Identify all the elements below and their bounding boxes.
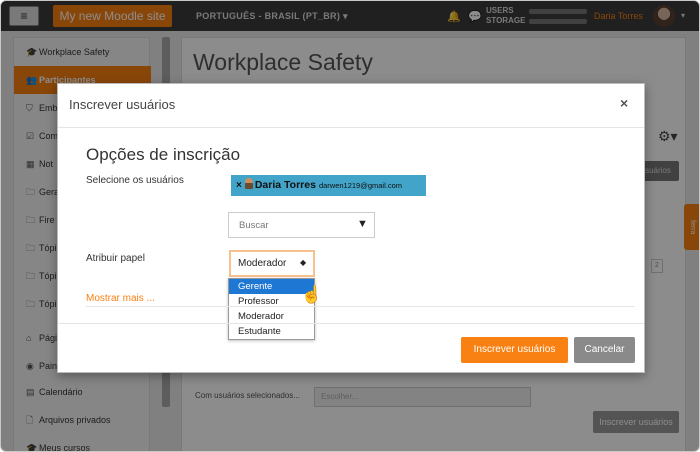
sort-caret-icon: ◆ — [300, 258, 307, 267]
role-select[interactable]: Moderador ◆ — [229, 250, 315, 277]
chip-user-email: darwen1219@gmail.com — [318, 181, 403, 190]
cancel-button[interactable]: Cancelar — [574, 337, 635, 363]
enrol-users-dialog: Inscrever usuários × Opções de inscrição… — [57, 83, 645, 373]
selected-user-chip[interactable]: × Daria Torres darwen1219@gmail.com — [231, 175, 426, 196]
section-title: Opções de inscrição — [86, 145, 241, 164]
select-users-label: Selecione os usuários — [86, 175, 184, 186]
divider — [86, 306, 635, 307]
browser-frame: ≡ My new Moodle site PORTUGUÊS - BRASIL … — [0, 0, 700, 452]
assign-role-label: Atribuir papel — [86, 253, 145, 264]
show-more-link[interactable]: Mostrar mais ... — [86, 293, 155, 304]
search-placeholder: Buscar — [239, 220, 269, 231]
role-select-value: Moderador — [238, 258, 287, 269]
dialog-title: Inscrever usuários — [69, 97, 176, 112]
role-option[interactable]: Moderador — [229, 309, 314, 324]
enroll-users-button[interactable]: Inscrever usuários — [461, 337, 568, 363]
close-icon[interactable]: × — [620, 95, 628, 111]
role-option[interactable]: Estudante — [229, 324, 314, 339]
footer-divider — [58, 323, 644, 324]
remove-chip-icon[interactable]: × — [236, 180, 242, 191]
user-search-input[interactable]: Buscar ▼ — [228, 212, 375, 238]
hand-pointer-icon: ☝ — [301, 285, 323, 304]
user-avatar-icon — [244, 178, 253, 189]
dropdown-arrow-icon[interactable]: ▼ — [357, 218, 368, 230]
chip-user-name: Daria Torres — [254, 179, 316, 191]
